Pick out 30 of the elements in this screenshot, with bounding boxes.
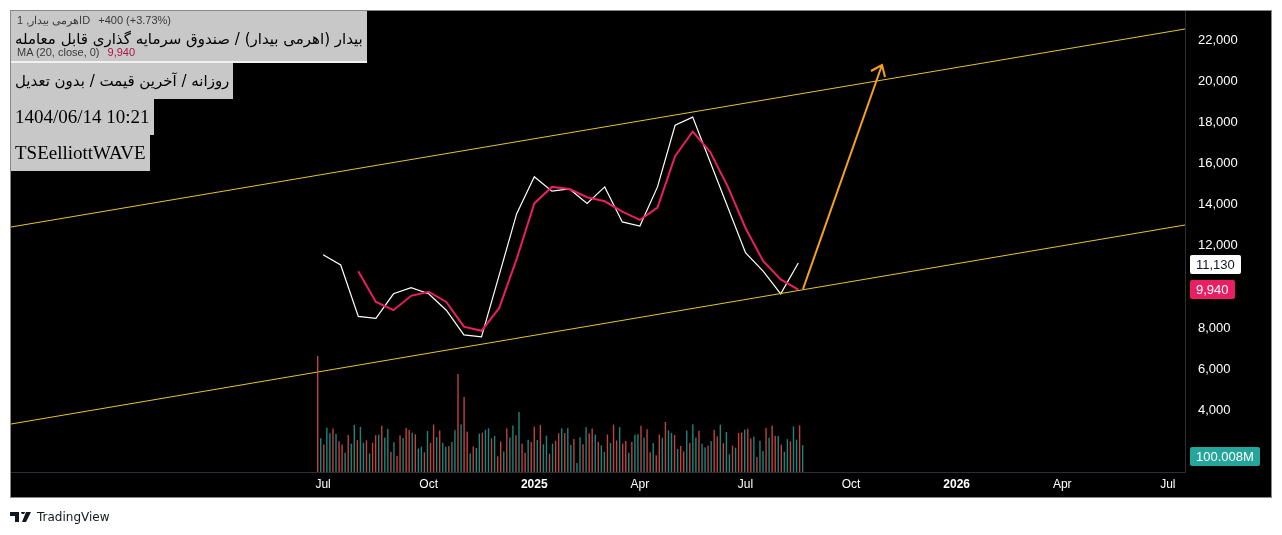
legend-change: +400 (+3.73%)	[98, 14, 172, 26]
price-axis-label: 16,000	[1198, 154, 1238, 170]
price-axis-label: 8,000	[1198, 319, 1231, 335]
legend-symbol: اهرمی بیدار, 1D	[17, 14, 91, 26]
time-axis-label: Apr	[630, 477, 650, 491]
price-axis-label: 4,000	[1198, 401, 1231, 417]
price-axis-label: 14,000	[1198, 195, 1238, 211]
price-axis-label: 18,000	[1198, 113, 1238, 129]
price-tag: 100.008M	[1190, 447, 1260, 466]
logo-icon	[10, 512, 32, 522]
time-axis-label: Jul	[315, 477, 331, 491]
price-axis-label: 22,000	[1198, 31, 1238, 47]
chart-note: 1404/06/14 10:21	[11, 99, 154, 135]
time-axis-label: 2025	[520, 477, 548, 491]
legend-ma-label: MA (20, close, 0)	[17, 46, 100, 58]
price-axis-label: 12,000	[1198, 236, 1238, 252]
time-axis-label: Apr	[1052, 477, 1072, 491]
price-axis-label: 6,000	[1198, 360, 1231, 376]
price-axis-label: 20,000	[1198, 72, 1238, 88]
time-axis-label: Jul	[1160, 477, 1176, 491]
time-axis-label: Jul	[737, 477, 754, 491]
brand-name: TradingView	[37, 510, 110, 524]
chart-note: روزانه / آخرین قیمت / بدون تعدیل	[11, 63, 234, 99]
legend-ma-value: 9,940	[107, 46, 136, 58]
chart-note: TSEelliottWAVE	[11, 135, 150, 171]
time-axis-label: Oct	[419, 477, 439, 491]
time-axis-label: 2026	[943, 477, 970, 491]
price-tag: 9,940	[1190, 280, 1235, 299]
price-tag: 11,130	[1190, 255, 1241, 274]
time-axis-label: Oct	[841, 477, 861, 491]
